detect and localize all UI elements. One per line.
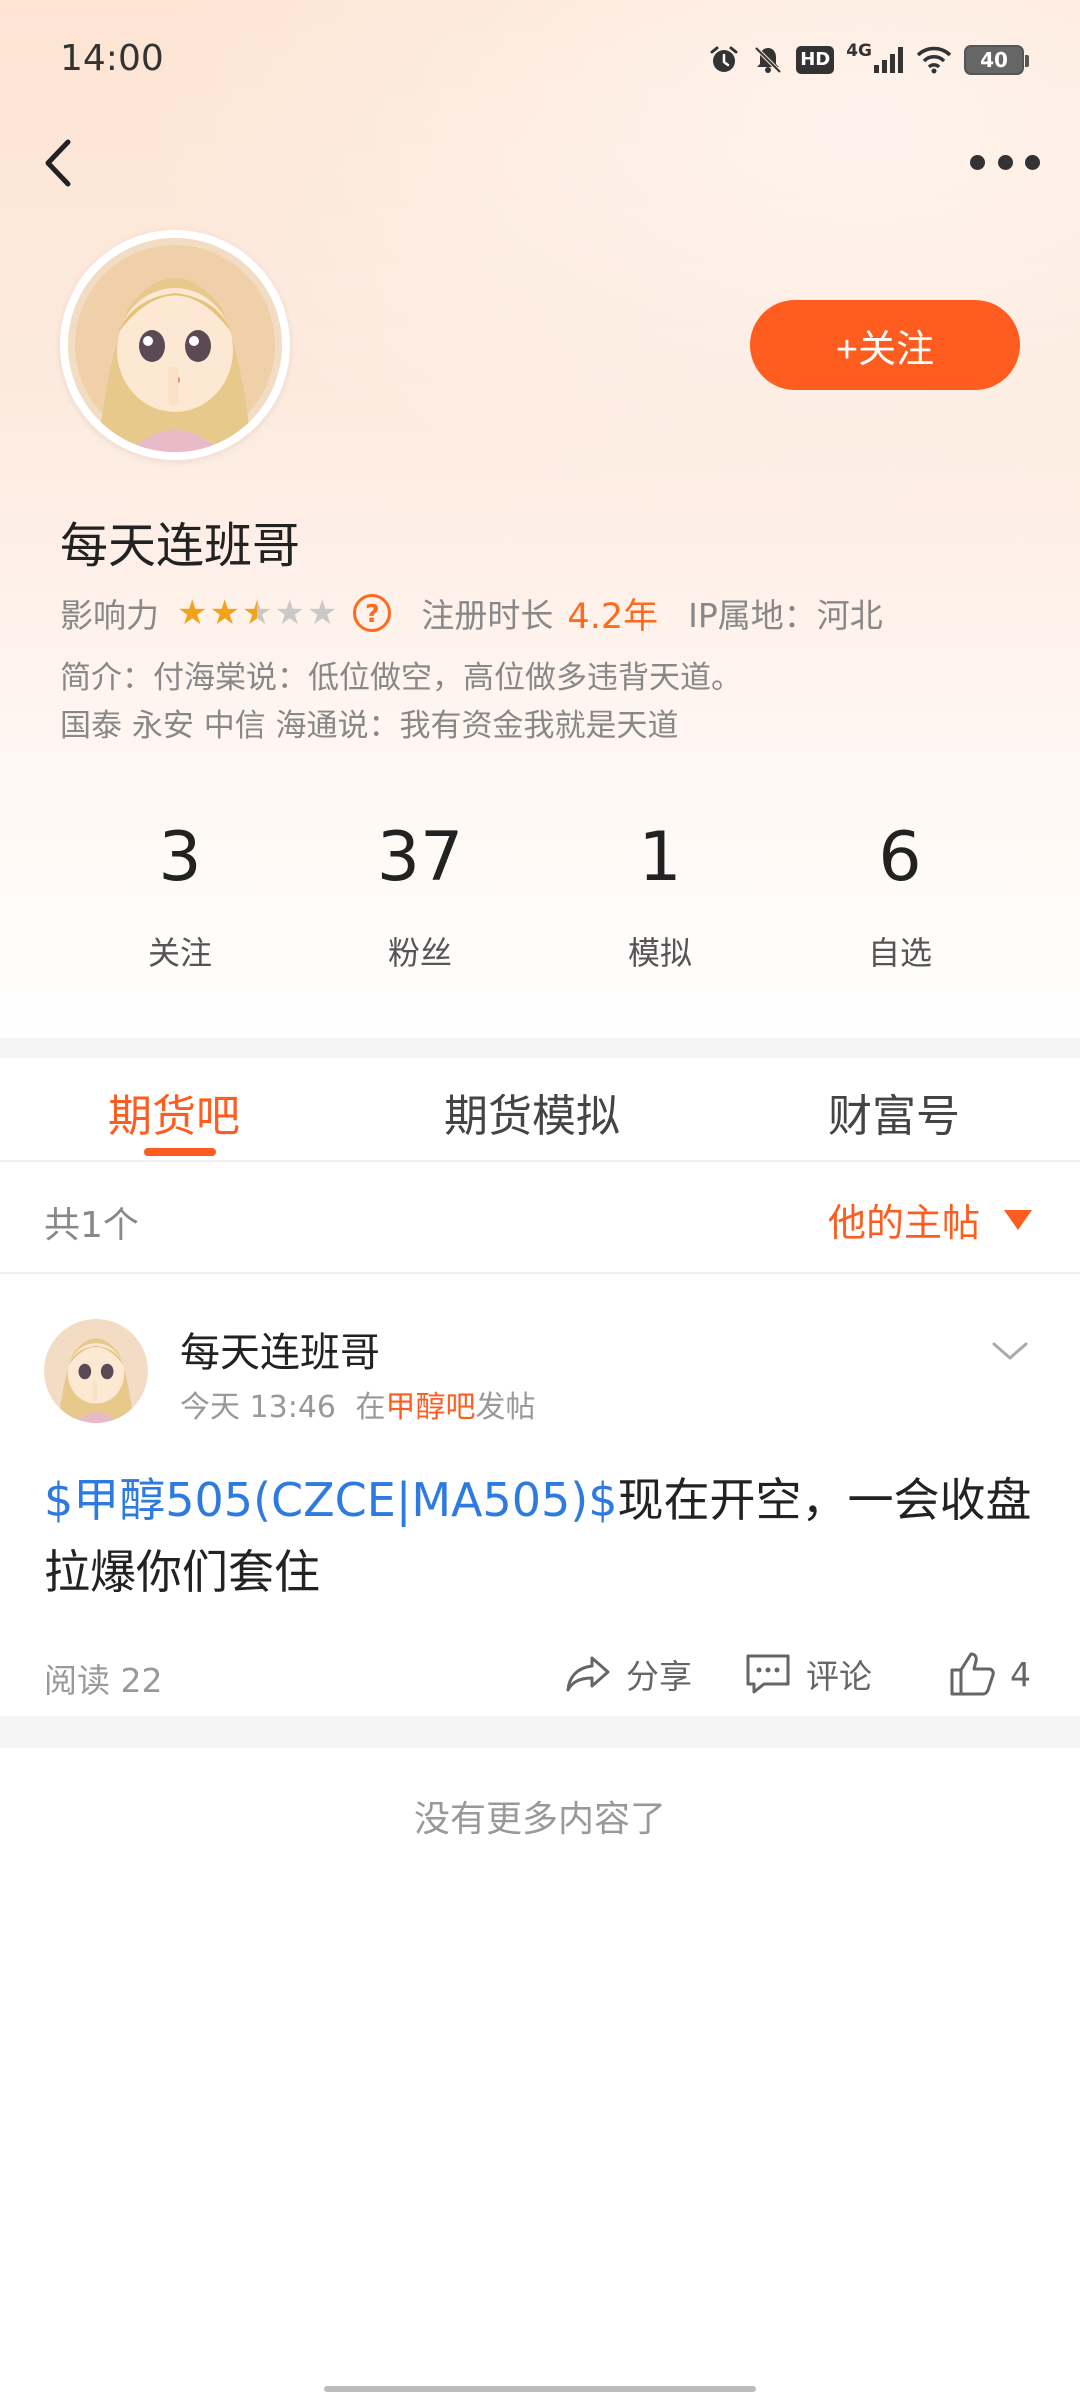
signal-icon: 4G [846, 41, 904, 77]
no-more-content: 没有更多内容了 [413, 1799, 666, 1840]
comment-icon [746, 1654, 790, 1694]
list-header: 共1个 他的主帖 [0, 1162, 1080, 1274]
read-count: 阅读 22 [44, 1661, 163, 1700]
like-count: 4 [1010, 1654, 1031, 1694]
post-in-text: 在 [355, 1390, 386, 1425]
post-meta: 今天 13:46 在甲醇吧发帖 [180, 1382, 536, 1426]
avatar-image [44, 1319, 148, 1423]
follow-button[interactable]: +关注 [750, 300, 1020, 390]
battery-icon: 40 [964, 45, 1029, 75]
home-indicator[interactable] [324, 2386, 756, 2392]
hd-badge: HD [796, 46, 835, 74]
stock-tag-link[interactable]: $甲醇505(CZCE|MA505)$ [44, 1473, 618, 1527]
status-icons: HD 4G 40 [708, 40, 1029, 80]
avatar-image [68, 238, 282, 452]
section-divider [0, 1716, 1080, 1748]
post-author-avatar[interactable] [44, 1319, 148, 1423]
more-icon-dot [1025, 154, 1040, 170]
stat-label: 粉丝 [387, 934, 452, 972]
stat-value: 3 [158, 818, 202, 897]
back-icon [45, 139, 71, 187]
reg-duration-label: 注册时长 [421, 596, 554, 635]
profile-stats: 3 关注 37 粉丝 1 模拟 6 自选 [60, 810, 1020, 974]
stat-following[interactable]: 3 关注 [60, 810, 300, 974]
share-label: 分享 [626, 1657, 692, 1696]
profile-username: 每天连班哥 [60, 518, 301, 574]
avatar[interactable] [60, 230, 290, 460]
like-icon [950, 1652, 995, 1696]
star-empty-icon: ★ [274, 593, 305, 633]
post-filter-dropdown[interactable]: 他的主帖 [828, 1192, 1032, 1247]
influence-rating: ★ ★ ★ ★ ★ [177, 596, 337, 630]
back-button[interactable] [30, 128, 90, 198]
more-icon-dot [970, 154, 985, 170]
post-posted-text: 发帖 [475, 1390, 536, 1425]
intro-line: 国泰 永安 中信 海通说：我有资金我就是天道 [60, 708, 679, 744]
share-icon [566, 1656, 610, 1692]
more-button[interactable] [970, 140, 1040, 184]
post-filter-label: 他的主帖 [827, 1201, 980, 1245]
more-icon-dot [997, 154, 1013, 170]
post-actions: 阅读 22 分享 评论 4 [44, 1644, 1044, 1704]
star-half-icon: ★ [241, 593, 273, 633]
status-time: 14:00 [60, 38, 164, 79]
post-item[interactable]: 每天连班哥 今天 13:46 在甲醇吧发帖 $甲醇505(CZCE|MA505)… [0, 1274, 1080, 1716]
profile-meta-row: 影响力 ★ ★ ★ ★ ★ ? 注册时长 4.2年 IP属地：河北 [60, 588, 883, 638]
wifi-icon [916, 43, 952, 77]
stat-watchlist[interactable]: 6 自选 [780, 810, 1020, 974]
profile-intro: 简介：付海棠说：低位做空，高位做多违背天道。 国泰 永安 中信 海通说：我有资金… [60, 654, 1040, 750]
post-author-name[interactable]: 每天连班哥 [180, 1320, 380, 1378]
sort-caret-icon [1004, 1209, 1032, 1230]
content-tabs: 期货吧 期货模拟 财富号 [0, 1058, 1080, 1162]
post-count: 共1个 [44, 1205, 139, 1246]
comment-label: 评论 [806, 1657, 872, 1696]
status-bar: 14:00 HD 4G 40 [0, 0, 1080, 120]
post-bar-link[interactable]: 甲醇吧 [386, 1390, 476, 1425]
network-type: 4G [846, 41, 872, 61]
stat-value: 6 [878, 818, 922, 897]
star-empty-icon: ★ [306, 593, 338, 633]
influence-label: 影响力 [60, 596, 159, 635]
help-icon[interactable]: ? [353, 594, 392, 632]
tab-fortune[interactable]: 财富号 [828, 1080, 960, 1144]
tab-futures-simulation[interactable]: 期货模拟 [444, 1080, 620, 1144]
star-icon: ★ [177, 593, 208, 633]
intro-line: 简介：付海棠说：低位做空，高位做多违背天道。 [60, 660, 742, 696]
stat-label: 模拟 [627, 934, 692, 972]
tab-futures-bar[interactable]: 期货吧 [108, 1080, 240, 1144]
stat-value: 1 [638, 818, 682, 897]
stat-simulation[interactable]: 1 模拟 [540, 810, 780, 974]
stat-label: 自选 [867, 934, 932, 972]
post-time: 今天 13:46 [180, 1390, 336, 1425]
mute-icon [752, 43, 784, 77]
ip-location: IP属地：河北 [688, 596, 883, 635]
active-tab-indicator [144, 1148, 216, 1156]
chevron-down-icon [992, 1342, 1028, 1360]
post-options-button[interactable] [990, 1336, 1030, 1366]
reg-duration-value: 4.2年 [567, 596, 659, 637]
section-divider [0, 1038, 1080, 1058]
share-button[interactable]: 分享 [564, 1644, 692, 1704]
post-content[interactable]: $甲醇505(CZCE|MA505)$现在开空，一会收盘拉爆你们套住 [44, 1464, 1044, 1608]
stat-label: 关注 [147, 934, 212, 972]
stat-fans[interactable]: 37 粉丝 [300, 810, 540, 974]
comment-button[interactable]: 评论 [744, 1644, 872, 1704]
star-icon: ★ [209, 593, 240, 633]
alarm-icon [708, 43, 740, 77]
stat-value: 37 [376, 818, 464, 897]
like-button[interactable]: 4 [948, 1644, 1031, 1704]
